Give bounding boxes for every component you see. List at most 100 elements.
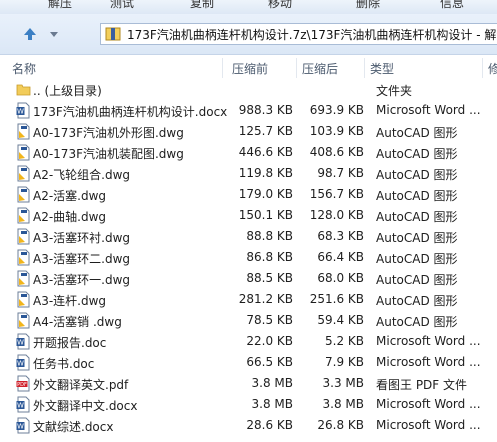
- column-extra[interactable]: 修: [488, 60, 497, 77]
- file-row[interactable]: .. (上级目录) 文件夹: [0, 79, 497, 100]
- file-row[interactable]: PDF 外文翻译英文.pdf 3.8 MB 3.3 MB 看图王 PDF 文件: [0, 373, 497, 394]
- file-type: Microsoft Word ...: [376, 103, 481, 117]
- file-original-size: 156.7 KB: [309, 187, 364, 201]
- toolbar-item[interactable]: 解压: [48, 0, 72, 11]
- svg-text:W: W: [17, 423, 24, 431]
- word-doc-icon: W: [16, 354, 31, 371]
- toolbar-item[interactable]: 测试: [110, 0, 134, 11]
- file-row[interactable]: A3-活塞环一.dwg 88.5 KB 68.0 KB AutoCAD 图形: [0, 268, 497, 289]
- file-original-size: 68.3 KB: [317, 229, 364, 243]
- file-compressed-size: 150.1 KB: [238, 208, 293, 222]
- file-name: A2-曲轴.dwg: [33, 210, 107, 224]
- file-original-size: 3.3 MB: [322, 376, 364, 390]
- file-row[interactable]: A3-活塞环二.dwg 86.8 KB 66.4 KB AutoCAD 图形: [0, 247, 497, 268]
- file-name: 文献综述.docx: [33, 420, 114, 434]
- file-compressed-size: 125.7 KB: [238, 124, 293, 138]
- file-name: .. (上级目录): [33, 84, 102, 98]
- up-arrow-icon[interactable]: [22, 26, 38, 42]
- dwg-file-icon: [16, 291, 31, 308]
- svg-text:W: W: [17, 339, 24, 347]
- toolbar-item[interactable]: 移动: [268, 0, 292, 11]
- file-name: A3-活塞环一.dwg: [33, 273, 131, 287]
- file-name: A3-活塞环衬.dwg: [33, 231, 131, 245]
- file-row[interactable]: A4-活塞销 .dwg 78.5 KB 59.4 KB AutoCAD 图形: [0, 310, 497, 331]
- file-name: 开题报告.doc: [33, 336, 107, 350]
- dwg-file-icon: [16, 228, 31, 245]
- file-row[interactable]: W 文献综述.docx 28.6 KB 26.8 KB Microsoft Word .…: [0, 415, 497, 436]
- column-original[interactable]: 压缩后: [302, 60, 338, 77]
- file-original-size: 26.8 KB: [317, 418, 364, 432]
- dwg-file-icon: [16, 186, 31, 203]
- dwg-file-icon: [16, 312, 31, 329]
- word-doc-icon: W: [16, 333, 31, 350]
- file-row[interactable]: A2-飞轮组合.dwg 119.8 KB 98.7 KB AutoCAD 图形: [0, 163, 497, 184]
- file-original-size: 98.7 KB: [317, 166, 364, 180]
- svg-text:PDF: PDF: [17, 382, 27, 388]
- toolbar-item[interactable]: 删除: [356, 0, 380, 11]
- file-type: AutoCAD 图形: [376, 189, 458, 203]
- file-row[interactable]: A3-连杆.dwg 281.2 KB 251.6 KB AutoCAD 图形: [0, 289, 497, 310]
- file-compressed-size: 22.0 KB: [246, 334, 293, 348]
- file-compressed-size: 179.0 KB: [238, 187, 293, 201]
- dropdown-arrow-icon[interactable]: [46, 26, 62, 42]
- dwg-file-icon: [16, 165, 31, 182]
- file-original-size: 103.9 KB: [309, 124, 364, 138]
- column-compressed[interactable]: 压缩前: [232, 60, 268, 77]
- file-original-size: 7.9 KB: [325, 355, 364, 369]
- file-row[interactable]: A3-活塞环衬.dwg 88.8 KB 68.3 KB AutoCAD 图形: [0, 226, 497, 247]
- column-name[interactable]: 名称: [12, 60, 36, 77]
- file-name: 任务书.doc: [33, 357, 95, 371]
- file-original-size: 3.8 MB: [322, 397, 364, 411]
- file-type: AutoCAD 图形: [376, 231, 458, 245]
- file-row[interactable]: A0-173F汽油机装配图.dwg 446.6 KB 408.6 KB AutoCAD…: [0, 142, 497, 163]
- column-divider[interactable]: [222, 58, 223, 78]
- column-divider[interactable]: [364, 58, 365, 78]
- file-row[interactable]: A2-活塞.dwg 179.0 KB 156.7 KB AutoCAD 图形: [0, 184, 497, 205]
- file-name: A2-活塞.dwg: [33, 189, 107, 203]
- file-row[interactable]: W 173F汽油机曲柄连杆机构设计.docx 988.3 KB 693.9 KB Mic…: [0, 100, 497, 121]
- dwg-file-icon: [16, 207, 31, 224]
- file-type: AutoCAD 图形: [376, 273, 458, 287]
- column-divider[interactable]: [296, 58, 297, 78]
- folder-icon: [16, 81, 31, 98]
- file-original-size: 693.9 KB: [309, 103, 364, 117]
- svg-text:W: W: [17, 360, 24, 368]
- file-original-size: 128.0 KB: [309, 208, 364, 222]
- file-type: AutoCAD 图形: [376, 210, 458, 224]
- file-compressed-size: 88.8 KB: [246, 229, 293, 243]
- file-original-size: 68.0 KB: [317, 271, 364, 285]
- column-type[interactable]: 类型: [370, 60, 394, 77]
- file-type: 文件夹: [376, 84, 413, 98]
- file-compressed-size: 3.8 MB: [251, 376, 293, 390]
- toolbar-item[interactable]: 复制: [190, 0, 214, 11]
- address-bar[interactable]: 173F汽油机曲柄连杆机构设计.7z\173F汽油机曲柄连杆机构设计 - 解包: [100, 23, 497, 45]
- pdf-file-icon: PDF: [16, 375, 31, 392]
- file-row[interactable]: A2-曲轴.dwg 150.1 KB 128.0 KB AutoCAD 图形: [0, 205, 497, 226]
- file-type: Microsoft Word ...: [376, 397, 481, 411]
- word-doc-icon: W: [16, 417, 31, 434]
- file-compressed-size: 3.8 MB: [251, 397, 293, 411]
- file-row[interactable]: W 外文翻译中文.docx 3.8 MB 3.8 MB Microsoft Word .…: [0, 394, 497, 415]
- svg-text:W: W: [17, 402, 24, 410]
- file-name: A3-连杆.dwg: [33, 294, 107, 308]
- navigation-bar: 173F汽油机曲柄连杆机构设计.7z\173F汽油机曲柄连杆机构设计 - 解包: [0, 14, 497, 55]
- file-row[interactable]: W 任务书.doc 66.5 KB 7.9 KB Microsoft Word ...: [0, 352, 497, 373]
- file-original-size: 59.4 KB: [317, 313, 364, 327]
- file-row[interactable]: A0-173F汽油机外形图.dwg 125.7 KB 103.9 KB AutoCAD…: [0, 121, 497, 142]
- dwg-file-icon: [16, 123, 31, 140]
- word-doc-icon: W: [16, 102, 31, 119]
- archive-icon: [105, 27, 121, 41]
- file-compressed-size: 281.2 KB: [238, 292, 293, 306]
- column-divider[interactable]: [482, 58, 483, 78]
- file-name: 外文翻译英文.pdf: [33, 378, 129, 392]
- word-doc-icon: W: [16, 396, 31, 413]
- file-original-size: 5.2 KB: [325, 334, 364, 348]
- toolbar-item[interactable]: 信息: [440, 0, 464, 11]
- file-name: A2-飞轮组合.dwg: [33, 168, 131, 182]
- file-name: A0-173F汽油机装配图.dwg: [33, 147, 184, 161]
- file-name: 外文翻译中文.docx: [33, 399, 138, 413]
- file-list: .. (上级目录) 文件夹 W 173F汽油机曲柄连杆机构设计.docx 988.3 K…: [0, 79, 497, 436]
- address-path: 173F汽油机曲柄连杆机构设计.7z\173F汽油机曲柄连杆机构设计 - 解包: [127, 27, 497, 42]
- file-row[interactable]: W 开题报告.doc 22.0 KB 5.2 KB Microsoft Word ...: [0, 331, 497, 352]
- file-compressed-size: 28.6 KB: [246, 418, 293, 432]
